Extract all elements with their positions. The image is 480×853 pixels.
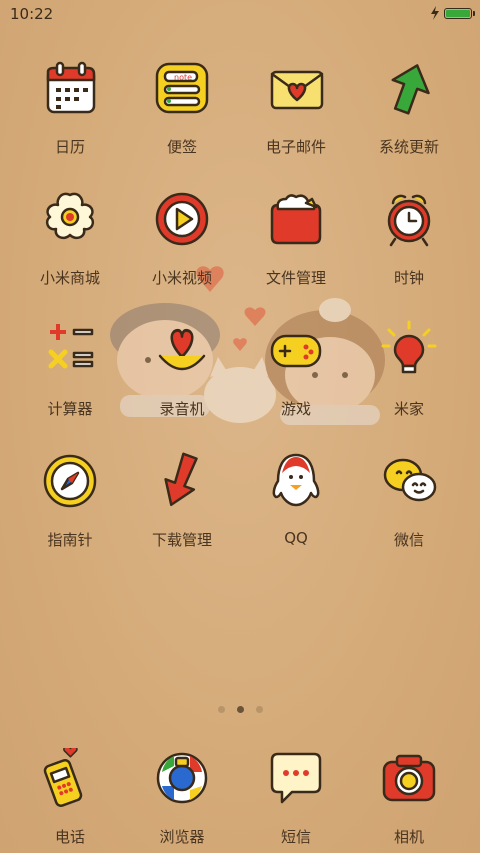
page-dot[interactable]	[217, 706, 225, 713]
svg-text:note: note	[174, 73, 192, 82]
app-mi-video[interactable]: 小米视频	[127, 189, 237, 288]
app-phone[interactable]: 电话	[15, 745, 125, 847]
app-label: 电子邮件	[265, 138, 326, 156]
status-bar: 10:22	[0, 0, 480, 28]
page-dot[interactable]	[236, 706, 244, 713]
app-wechat[interactable]: 微信	[354, 451, 464, 550]
clock-icon	[387, 194, 431, 247]
app-recorder[interactable]: 录音机	[127, 320, 237, 419]
status-time: 10:22	[10, 5, 54, 23]
messages-icon	[270, 752, 322, 804]
app-label: 米家	[393, 400, 424, 418]
notes-icon: note	[155, 62, 209, 114]
compass-icon	[43, 454, 97, 508]
calendar-icon	[46, 61, 96, 114]
app-label: 小米视频	[151, 269, 212, 287]
camera-icon	[382, 754, 436, 802]
app-label: 下载管理	[151, 531, 212, 549]
app-label: 录音机	[159, 400, 205, 418]
app-mi-store[interactable]: 小米商城	[15, 189, 125, 288]
app-qq[interactable]: QQ	[241, 451, 351, 547]
browser-icon	[156, 752, 208, 804]
app-label: 指南针	[47, 531, 93, 549]
app-browser[interactable]: 浏览器	[127, 748, 237, 847]
system-update-icon	[391, 64, 430, 115]
app-downloads[interactable]: 下载管理	[127, 451, 237, 550]
mi-home-icon	[381, 320, 437, 374]
app-label: 短信	[280, 828, 311, 846]
app-label: 游戏	[280, 400, 311, 418]
charging-bolt-icon	[431, 6, 439, 20]
app-calendar[interactable]: 日历	[15, 58, 125, 157]
wechat-icon	[383, 458, 437, 502]
calculator-icon	[48, 324, 94, 369]
recorder-icon	[158, 328, 206, 371]
app-label: 便签	[166, 138, 197, 156]
app-label: QQ	[284, 529, 308, 547]
app-system-update[interactable]: 系统更新	[354, 58, 464, 157]
app-label: 文件管理	[265, 269, 326, 287]
app-mi-home[interactable]: 米家	[354, 320, 464, 419]
file-manager-icon	[270, 194, 322, 245]
games-icon	[270, 334, 322, 368]
app-camera[interactable]: 相机	[354, 748, 464, 847]
app-label: 日历	[54, 138, 85, 156]
app-file-manager[interactable]: 文件管理	[241, 189, 351, 288]
app-label: 电话	[54, 828, 85, 846]
app-label: 微信	[393, 531, 424, 549]
app-label: 时钟	[393, 269, 424, 287]
page-dot[interactable]	[255, 706, 263, 713]
qq-icon	[272, 453, 320, 507]
mi-video-icon	[155, 192, 209, 246]
app-calculator[interactable]: 计算器	[15, 320, 125, 419]
app-messages[interactable]: 短信	[241, 748, 351, 847]
dock: 电话 浏览器 短信 相机	[0, 745, 480, 848]
page-indicator	[0, 698, 480, 717]
app-label: 浏览器	[159, 828, 205, 846]
app-label: 相机	[393, 828, 424, 846]
app-clock[interactable]: 时钟	[354, 189, 464, 288]
mi-store-icon	[45, 192, 95, 240]
downloads-icon	[164, 452, 198, 506]
phone-icon	[43, 745, 83, 808]
app-label: 系统更新	[378, 138, 439, 156]
app-compass[interactable]: 指南针	[15, 451, 125, 550]
app-notes[interactable]: note 便签	[127, 58, 237, 157]
email-icon	[270, 70, 324, 110]
app-label: 小米商城	[39, 269, 100, 287]
app-email[interactable]: 电子邮件	[241, 58, 351, 157]
app-label: 计算器	[47, 400, 93, 418]
app-games[interactable]: 游戏	[241, 320, 351, 419]
battery-icon	[444, 8, 475, 19]
